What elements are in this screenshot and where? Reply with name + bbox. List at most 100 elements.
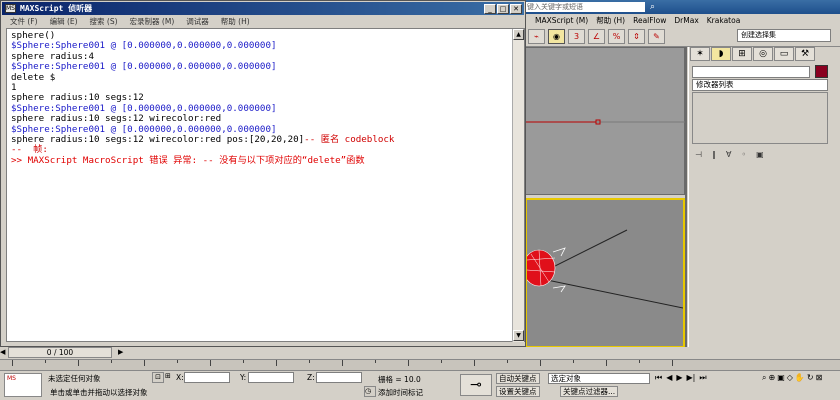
timeline-tick <box>243 360 244 363</box>
snap-3-icon[interactable]: 3 <box>568 29 585 44</box>
maximize-icon[interactable]: □ <box>497 4 509 14</box>
listener-horizontal-scrollbar[interactable] <box>6 342 512 346</box>
timeline-tick <box>672 360 673 366</box>
timeline-tick <box>276 360 277 366</box>
remove-modifier-icon[interactable]: ◦ <box>741 150 746 162</box>
object-color-swatch[interactable] <box>815 65 828 78</box>
create-tab-icon[interactable]: ✶ <box>690 47 710 61</box>
modifier-stack[interactable] <box>692 92 828 144</box>
menu-help[interactable]: 帮助 (H) <box>596 15 625 26</box>
timeline-tick <box>606 360 607 366</box>
play-icon[interactable]: ▶ <box>676 373 682 384</box>
pan-icon[interactable]: ✋ <box>795 373 805 397</box>
listener-line: $Sphere:Sphere001 @ [0.000000,0.000000,0… <box>11 61 524 73</box>
menu-file[interactable]: 文件 (F) <box>10 16 38 27</box>
stack-tools: ⊣ ‖ ∀ ◦ ▣ <box>695 150 825 162</box>
edit-named-sets-icon[interactable]: ✎ <box>648 29 665 44</box>
menu-drmax[interactable]: DrMax <box>674 16 698 25</box>
menu-search[interactable]: 搜索 (S) <box>90 16 118 27</box>
x-coordinate-field[interactable] <box>184 372 230 383</box>
viewport-top[interactable] <box>525 47 686 195</box>
time-slider-track[interactable] <box>0 347 840 359</box>
time-tag-icon[interactable]: ◷ <box>364 386 376 397</box>
time-slider-thumb[interactable]: 0 / 100 <box>8 347 112 358</box>
prev-key-icon[interactable]: ◀ <box>666 373 672 384</box>
z-coordinate-field[interactable] <box>316 372 362 383</box>
timeline-tick <box>573 360 574 363</box>
maxscript-mini-listener-icon[interactable]: MS <box>4 373 42 397</box>
spinner-snap-icon[interactable]: ⇕ <box>628 29 645 44</box>
hierarchy-tab-icon[interactable]: ⊞ <box>732 47 752 61</box>
lock-selection-icon[interactable]: ⊡ <box>152 372 164 383</box>
timeline-track[interactable] <box>0 359 840 371</box>
named-selection-set-dropdown[interactable]: 创建选择集 <box>737 29 831 42</box>
y-label: Y: <box>240 373 247 382</box>
search-field[interactable]: 键入关键字或短语 <box>525 2 645 12</box>
menu-macro-recorder[interactable]: 宏录制器 (M) <box>130 16 175 27</box>
listener-line-text: sphere radius:10 segs:12 wirecolor:red <box>11 113 222 125</box>
utilities-tab-icon[interactable]: ⚒ <box>795 47 815 61</box>
modify-tab-icon[interactable]: ◗ <box>711 47 731 61</box>
selected-object-dropdown[interactable]: 选定对象 <box>548 373 650 384</box>
pin-stack-icon[interactable]: ⊣ <box>695 150 702 162</box>
go-to-start-icon[interactable]: ⏮ <box>655 373 662 384</box>
menu-maxscript[interactable]: MAXScript (M) <box>535 16 588 25</box>
show-end-result-icon[interactable]: ‖ <box>712 150 716 162</box>
listener-output-pane[interactable]: sphere() $Sphere:Sphere001 @ [0.000000,0.… <box>6 28 525 342</box>
auto-key-button[interactable]: 自动关键点 <box>496 373 540 384</box>
listener-line-text: sphere radius:4 <box>11 50 94 62</box>
menu-realflow[interactable]: RealFlow <box>633 16 666 25</box>
listener-line-text: $Sphere:Sphere001 @ [0.000000,0.000000,0… <box>11 123 277 135</box>
listener-vertical-scrollbar[interactable]: ▲ ▼ <box>512 29 524 342</box>
listener-line-text: $Sphere:Sphere001 @ [0.000000,0.000000,0… <box>11 61 277 73</box>
modifier-list-dropdown[interactable]: 修改器列表 <box>692 79 828 91</box>
angle-snap-icon[interactable]: ∠ <box>588 29 605 44</box>
display-tab-icon[interactable]: ▭ <box>774 47 794 61</box>
timeline-tick <box>375 360 376 363</box>
timeline-tick <box>408 360 409 366</box>
next-frame-icon[interactable]: ▶ <box>118 348 123 356</box>
scroll-down-icon[interactable]: ▼ <box>513 330 524 341</box>
menu-debugger[interactable]: 调试器 <box>186 16 209 27</box>
link-icon[interactable]: ⌁ <box>528 29 545 44</box>
command-panel-tabs: ✶ ◗ ⊞ ◎ ▭ ⚒ <box>690 47 838 63</box>
menu-krakatoa[interactable]: Krakatoa <box>707 16 741 25</box>
fov-icon[interactable]: ◇ <box>787 373 793 397</box>
listener-title-bar[interactable]: MS MAXScript 侦听器 _ □ ✕ <box>2 2 524 15</box>
listener-line-text: sphere radius:10 segs:12 <box>11 92 144 104</box>
timeline-tick <box>507 360 508 363</box>
zoom-all-icon[interactable]: ⊕ <box>768 373 775 397</box>
make-unique-icon[interactable]: ∀ <box>726 150 731 162</box>
zoom-extents-icon[interactable]: ▣ <box>777 373 785 397</box>
zoom-icon[interactable]: ⌕ <box>762 373 766 397</box>
search-icon[interactable]: ⌕ <box>650 2 660 12</box>
menu-edit[interactable]: 编辑 (E) <box>50 16 78 27</box>
listener-menubar: 文件 (F) 编辑 (E) 搜索 (S) 宏录制器 (M) 调试器 帮助 (H) <box>2 15 524 27</box>
motion-tab-icon[interactable]: ◎ <box>753 47 773 61</box>
object-name-field[interactable] <box>692 66 810 78</box>
listener-line-text: -- 帧: <box>11 144 48 156</box>
select-object-icon[interactable]: ◉ <box>548 29 565 44</box>
orbit-icon[interactable]: ↻ <box>807 373 814 397</box>
timeline-tick <box>210 360 211 366</box>
scroll-up-icon[interactable]: ▲ <box>513 29 524 40</box>
set-key-button[interactable]: 设置关键点 <box>496 386 540 397</box>
configure-sets-icon[interactable]: ▣ <box>756 150 764 162</box>
close-icon[interactable]: ✕ <box>510 4 522 14</box>
prev-frame-icon[interactable]: ◀ <box>0 348 5 356</box>
percent-snap-icon[interactable]: % <box>608 29 625 44</box>
absolute-mode-icon[interactable]: ⊞ <box>165 372 175 383</box>
add-time-tag[interactable]: 添加时间标记 <box>378 387 423 398</box>
timeline-tick <box>441 360 442 363</box>
timeline-tick <box>309 360 310 363</box>
maximize-viewport-icon[interactable]: ⊠ <box>816 373 823 397</box>
minimize-icon[interactable]: _ <box>484 4 496 14</box>
go-to-end-icon[interactable]: ⏭ <box>699 373 706 384</box>
key-filters-button[interactable]: 关键点过滤器... <box>560 386 619 397</box>
next-key-icon[interactable]: ▶| <box>687 373 696 384</box>
y-coordinate-field[interactable] <box>248 372 294 383</box>
listener-line-comment: -- 匿名 codeblock <box>304 134 395 146</box>
viewport-perspective[interactable] <box>525 198 685 348</box>
menu-help[interactable]: 帮助 (H) <box>221 16 250 27</box>
set-key-icon[interactable]: ⊸ <box>460 374 492 396</box>
